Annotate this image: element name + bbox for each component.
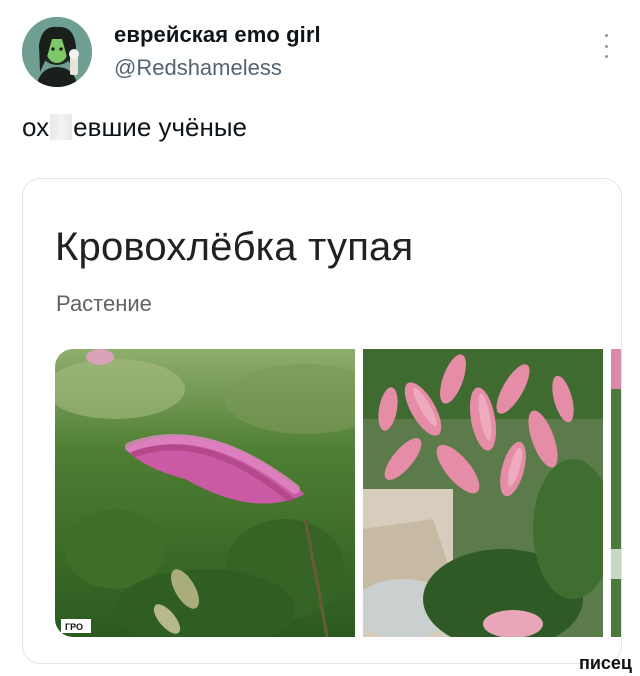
- tweet-text-start: ох: [22, 112, 50, 142]
- image1-caption: ГРО: [65, 622, 83, 632]
- plant-photo-3[interactable]: [611, 349, 621, 637]
- censor-blur: [50, 114, 73, 140]
- display-name[interactable]: еврейская emo girl: [114, 22, 321, 48]
- more-vertical-icon[interactable]: [600, 34, 612, 58]
- watermark: писец: [578, 653, 632, 673]
- avatar[interactable]: [22, 17, 92, 87]
- card-title: Кровохлёбка тупая: [55, 225, 414, 269]
- tweet-text-end: евшие учёные: [73, 112, 248, 142]
- link-card[interactable]: Кровохлёбка тупая Растение ГРО: [22, 178, 622, 664]
- handle[interactable]: @Redshameless: [114, 55, 282, 81]
- card-subtitle: Растение: [56, 291, 152, 316]
- plant-photo-2[interactable]: [363, 349, 603, 637]
- avatar-image: [22, 17, 92, 87]
- tweet-text: ох евшие учёные: [22, 112, 247, 143]
- plant-photo-1[interactable]: ГРО: [55, 349, 355, 637]
